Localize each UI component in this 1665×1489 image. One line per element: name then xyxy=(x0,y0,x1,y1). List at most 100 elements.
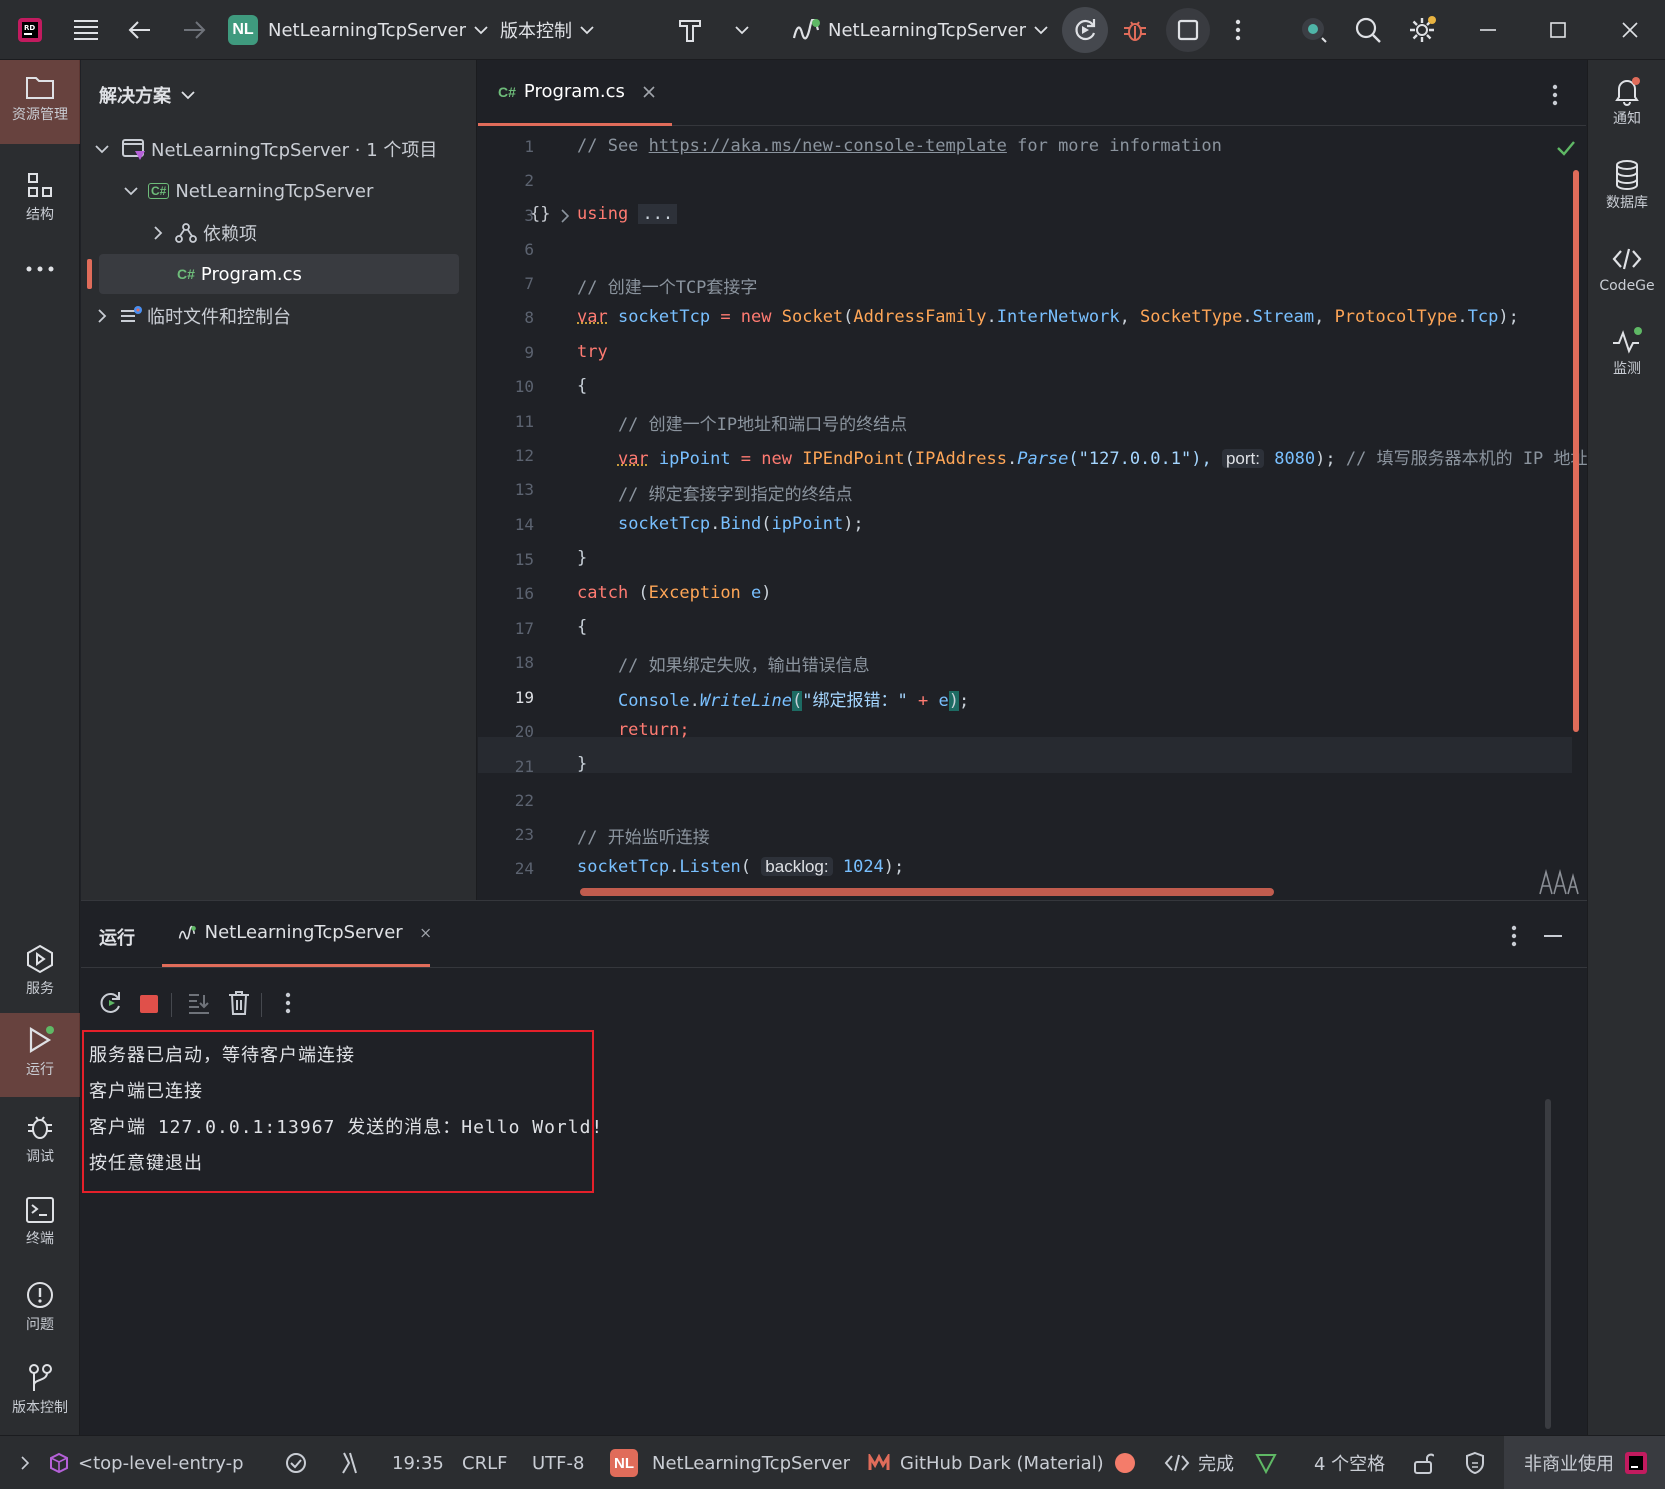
lightning-icon[interactable] xyxy=(340,1451,360,1475)
editor-vertical-scrollbar[interactable] xyxy=(1573,170,1579,732)
shield-icon[interactable] xyxy=(1464,1451,1486,1475)
run-panel-more-icon[interactable] xyxy=(1511,925,1517,947)
code-line-14[interactable]: socketTcp.Bind(ipPoint); xyxy=(577,514,864,534)
folded-region[interactable]: ... xyxy=(638,204,677,224)
code-line-21[interactable]: } xyxy=(577,754,587,774)
code-line-1[interactable]: // See https://aka.ms/new-console-templa… xyxy=(577,136,1222,156)
close-tab-icon[interactable] xyxy=(421,927,430,939)
trash-icon[interactable] xyxy=(227,990,251,1016)
run-tab[interactable]: NetLearningTcpServer xyxy=(162,901,430,967)
minimize-icon[interactable] xyxy=(1468,10,1508,50)
editor-more-icon[interactable] xyxy=(1552,84,1558,106)
code-line-3[interactable]: using ... xyxy=(577,204,677,224)
project-selector[interactable]: NL NetLearningTcpServer xyxy=(228,0,488,60)
tool-problems[interactable]: 问题 xyxy=(0,1280,80,1334)
code-line-10[interactable]: { xyxy=(577,376,587,396)
more-tools-icon[interactable] xyxy=(0,266,80,272)
stop-icon[interactable] xyxy=(1166,8,1210,52)
tool-codegen[interactable]: CodeGe xyxy=(1588,246,1665,294)
code-line-17[interactable]: { xyxy=(577,617,587,637)
tool-terminal[interactable]: 终端 xyxy=(0,1196,80,1248)
fold-braces-icon[interactable]: {} xyxy=(530,204,550,224)
breadcrumb[interactable]: <top-level-entry-p xyxy=(20,1436,244,1489)
code-line-8[interactable]: var socketTcp = new Socket(AddressFamily… xyxy=(577,307,1519,327)
code-line-7[interactable]: // 创建一个TCP套接字 xyxy=(577,273,757,298)
license-label: 非商业使用 xyxy=(1524,1450,1614,1476)
code-line-13[interactable]: // 绑定套接字到指定的终结点 xyxy=(577,480,853,505)
run-config-selector[interactable]: NetLearningTcpServer xyxy=(792,0,1048,60)
folder-icon xyxy=(25,74,55,100)
tool-debug[interactable]: 调试 xyxy=(0,1112,80,1166)
status-theme-label: GitHub Dark (Material) xyxy=(900,1453,1104,1474)
main-menu-icon[interactable] xyxy=(66,10,106,50)
close-tab-icon[interactable] xyxy=(643,86,655,98)
line-number: 12 xyxy=(478,446,534,465)
hammer-build-icon[interactable] xyxy=(670,10,710,50)
tool-explorer[interactable]: 资源管理 xyxy=(0,60,80,144)
tool-run[interactable]: 运行 xyxy=(0,1013,80,1097)
indent-setting[interactable]: 4 个空格 xyxy=(1314,1436,1385,1489)
editor-horizontal-scrollbar[interactable] xyxy=(580,888,1274,896)
code-line-18[interactable]: // 如果绑定失败，输出错误信息 xyxy=(577,651,870,676)
tool-vcs[interactable]: 版本控制 xyxy=(0,1363,80,1417)
tree-file-program[interactable]: C# Program.cs xyxy=(99,254,459,294)
explorer-title[interactable]: 解决方案 xyxy=(99,82,195,108)
vuetify-check-icon[interactable] xyxy=(1255,1452,1277,1474)
line-ending[interactable]: CRLF xyxy=(462,1436,507,1489)
rerun-icon[interactable] xyxy=(1062,7,1108,53)
code-line-20[interactable]: return; xyxy=(577,720,690,740)
back-arrow-icon[interactable] xyxy=(120,10,160,50)
code-line-12[interactable]: var ipPoint = new IPEndPoint(IPAddress.P… xyxy=(577,444,1588,469)
console-scrollbar[interactable] xyxy=(1545,1099,1551,1429)
search-icon[interactable] xyxy=(1348,10,1388,50)
services-icon xyxy=(25,944,55,974)
code-line-23[interactable]: // 开始监听连接 xyxy=(577,823,710,848)
settings-gear-icon[interactable] xyxy=(1402,10,1442,50)
tree-project[interactable]: C# NetLearningTcpServer xyxy=(81,171,477,211)
code-line-24[interactable]: socketTcp.Listen( backlog: 1024); xyxy=(577,857,904,877)
fold-chevron-icon[interactable] xyxy=(560,209,570,223)
tool-database-label: 数据库 xyxy=(1606,192,1648,212)
close-window-icon[interactable] xyxy=(1610,10,1650,50)
tool-services[interactable]: 服务 xyxy=(0,944,80,998)
status-project[interactable]: NL NetLearningTcpServer xyxy=(610,1436,850,1489)
no-problems-check-icon[interactable] xyxy=(1556,140,1576,156)
maximize-icon[interactable] xyxy=(1538,10,1578,50)
rerun-icon[interactable] xyxy=(98,990,124,1016)
status-theme[interactable]: GitHub Dark (Material) xyxy=(868,1436,1104,1489)
tool-monitor[interactable]: 监测 xyxy=(1588,326,1665,378)
code-line-11[interactable]: // 创建一个IP地址和端口号的终结点 xyxy=(577,410,907,435)
build-options-chevron-icon[interactable] xyxy=(722,10,762,50)
tool-structure[interactable]: 结构 xyxy=(0,172,80,224)
caret-position[interactable]: 19:35 xyxy=(392,1436,444,1489)
hide-panel-icon[interactable] xyxy=(1543,934,1563,938)
more-actions-icon[interactable] xyxy=(1218,10,1258,50)
license-status[interactable]: 非商业使用 xyxy=(1504,1436,1665,1489)
tree-scratches[interactable]: 临时文件和控制台 xyxy=(81,296,477,336)
rider-logo-icon[interactable]: RD xyxy=(10,10,50,50)
tool-database[interactable]: 数据库 xyxy=(1588,160,1665,212)
ai-assistant-icon[interactable] xyxy=(1294,10,1334,50)
code-line-15[interactable]: } xyxy=(577,548,587,568)
inspection-check-icon[interactable] xyxy=(285,1452,307,1474)
run-toolbar-more-icon[interactable] xyxy=(285,992,291,1014)
unlock-icon[interactable] xyxy=(1412,1451,1434,1475)
status-codegen[interactable]: 完成 xyxy=(1164,1436,1234,1489)
tool-monitor-label: 监测 xyxy=(1613,358,1641,378)
record-dot-icon[interactable] xyxy=(1114,1452,1136,1474)
tab-program-cs[interactable]: C# Program.cs xyxy=(478,60,672,126)
tree-solution[interactable]: NetLearningTcpServer · 1 个项目 xyxy=(81,129,477,169)
code-line-9[interactable]: try xyxy=(577,342,608,362)
code-line-16[interactable]: catch (Exception e) xyxy=(577,583,772,603)
doc-link[interactable]: https://aka.ms/new-console-template xyxy=(649,136,1007,156)
stop-icon[interactable] xyxy=(139,994,159,1014)
file-encoding[interactable]: UTF-8 xyxy=(532,1436,584,1489)
tool-notifications[interactable]: 通知 xyxy=(1588,76,1665,128)
vcs-menu[interactable]: 版本控制 xyxy=(500,0,594,60)
forward-arrow-icon[interactable] xyxy=(174,10,214,50)
debug-bug-icon[interactable] xyxy=(1115,10,1155,50)
code-line-19[interactable]: Console.WriteLine("绑定报错：" + e); xyxy=(577,686,969,711)
tree-dependencies[interactable]: 依赖项 xyxy=(81,213,477,253)
reader-mode-icon[interactable] xyxy=(1538,868,1580,896)
scroll-to-end-icon[interactable] xyxy=(187,991,211,1015)
